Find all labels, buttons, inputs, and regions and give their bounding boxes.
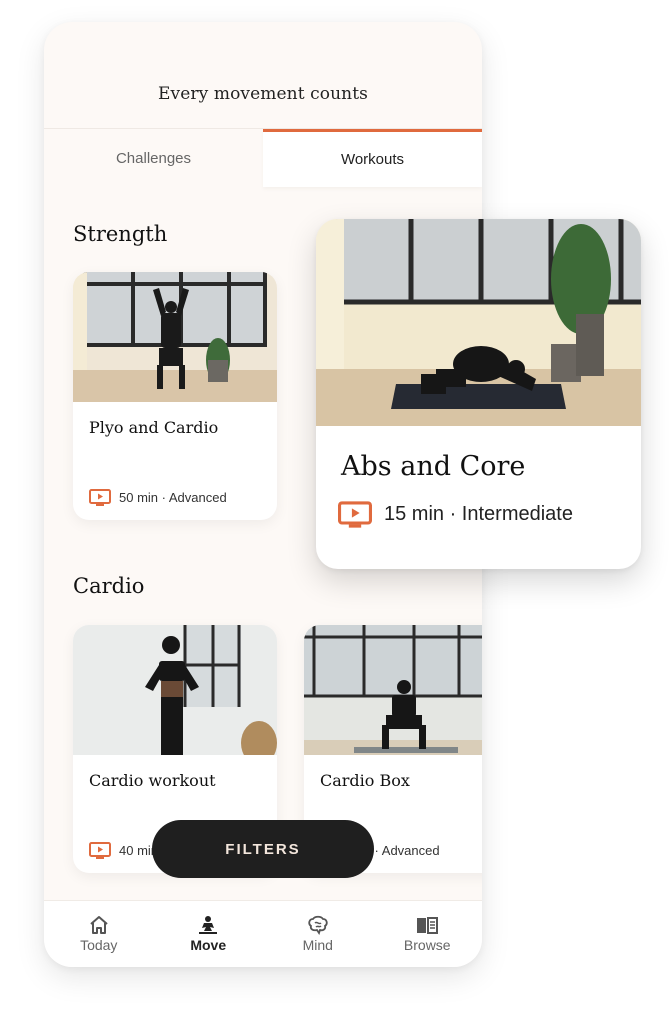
workout-meta-text: 50 min · Advanced: [119, 490, 227, 505]
brain-icon: [308, 915, 328, 935]
bottom-nav: Today Move Mind Browse: [44, 900, 482, 967]
featured-workout-thumbnail: [316, 219, 641, 426]
tv-play-icon: [89, 842, 111, 859]
page-title: Every movement counts: [158, 84, 368, 104]
workout-thumbnail: [73, 625, 277, 755]
home-icon: [90, 916, 108, 934]
workout-title: Cardio workout: [89, 771, 216, 790]
tab-workouts[interactable]: Workouts: [263, 129, 482, 187]
workout-thumbnail: [73, 272, 277, 402]
nav-label: Today: [80, 937, 118, 953]
section-title-strength: Strength: [73, 222, 168, 246]
workout-thumbnail: [304, 625, 482, 755]
tab-challenges[interactable]: Challenges: [44, 129, 263, 187]
book-icon: [417, 917, 439, 934]
workout-card-plyo-and-cardio[interactable]: Plyo and Cardio 50 min · Advanced: [73, 272, 277, 520]
nav-item-mind[interactable]: Mind: [263, 901, 373, 967]
workout-title: Plyo and Cardio: [89, 418, 219, 437]
nav-item-move[interactable]: Move: [154, 901, 264, 967]
nav-item-browse[interactable]: Browse: [373, 901, 483, 967]
featured-workout-card[interactable]: Abs and Core 15 min · Intermediate: [316, 219, 641, 569]
featured-workout-title: Abs and Core: [341, 451, 526, 482]
section-title-cardio: Cardio: [73, 574, 145, 598]
workout-title: Cardio Box: [320, 771, 410, 790]
tv-play-icon: [338, 501, 372, 528]
nav-label: Move: [190, 937, 227, 953]
meditation-figure-icon: [199, 916, 218, 934]
featured-workout-meta-text: 15 min · Intermediate: [384, 503, 573, 525]
workout-meta: 40 min: [89, 842, 158, 859]
nav-item-today[interactable]: Today: [44, 901, 154, 967]
workout-meta: 50 min · Advanced: [89, 489, 227, 506]
filters-button[interactable]: FILTERS: [152, 820, 374, 878]
nav-label: Mind: [302, 937, 333, 953]
tv-play-icon: [89, 489, 111, 506]
featured-workout-meta: 15 min · Intermediate: [338, 501, 573, 528]
nav-label: Browse: [403, 937, 451, 953]
tab-bar: Challenges Workouts: [44, 128, 482, 187]
